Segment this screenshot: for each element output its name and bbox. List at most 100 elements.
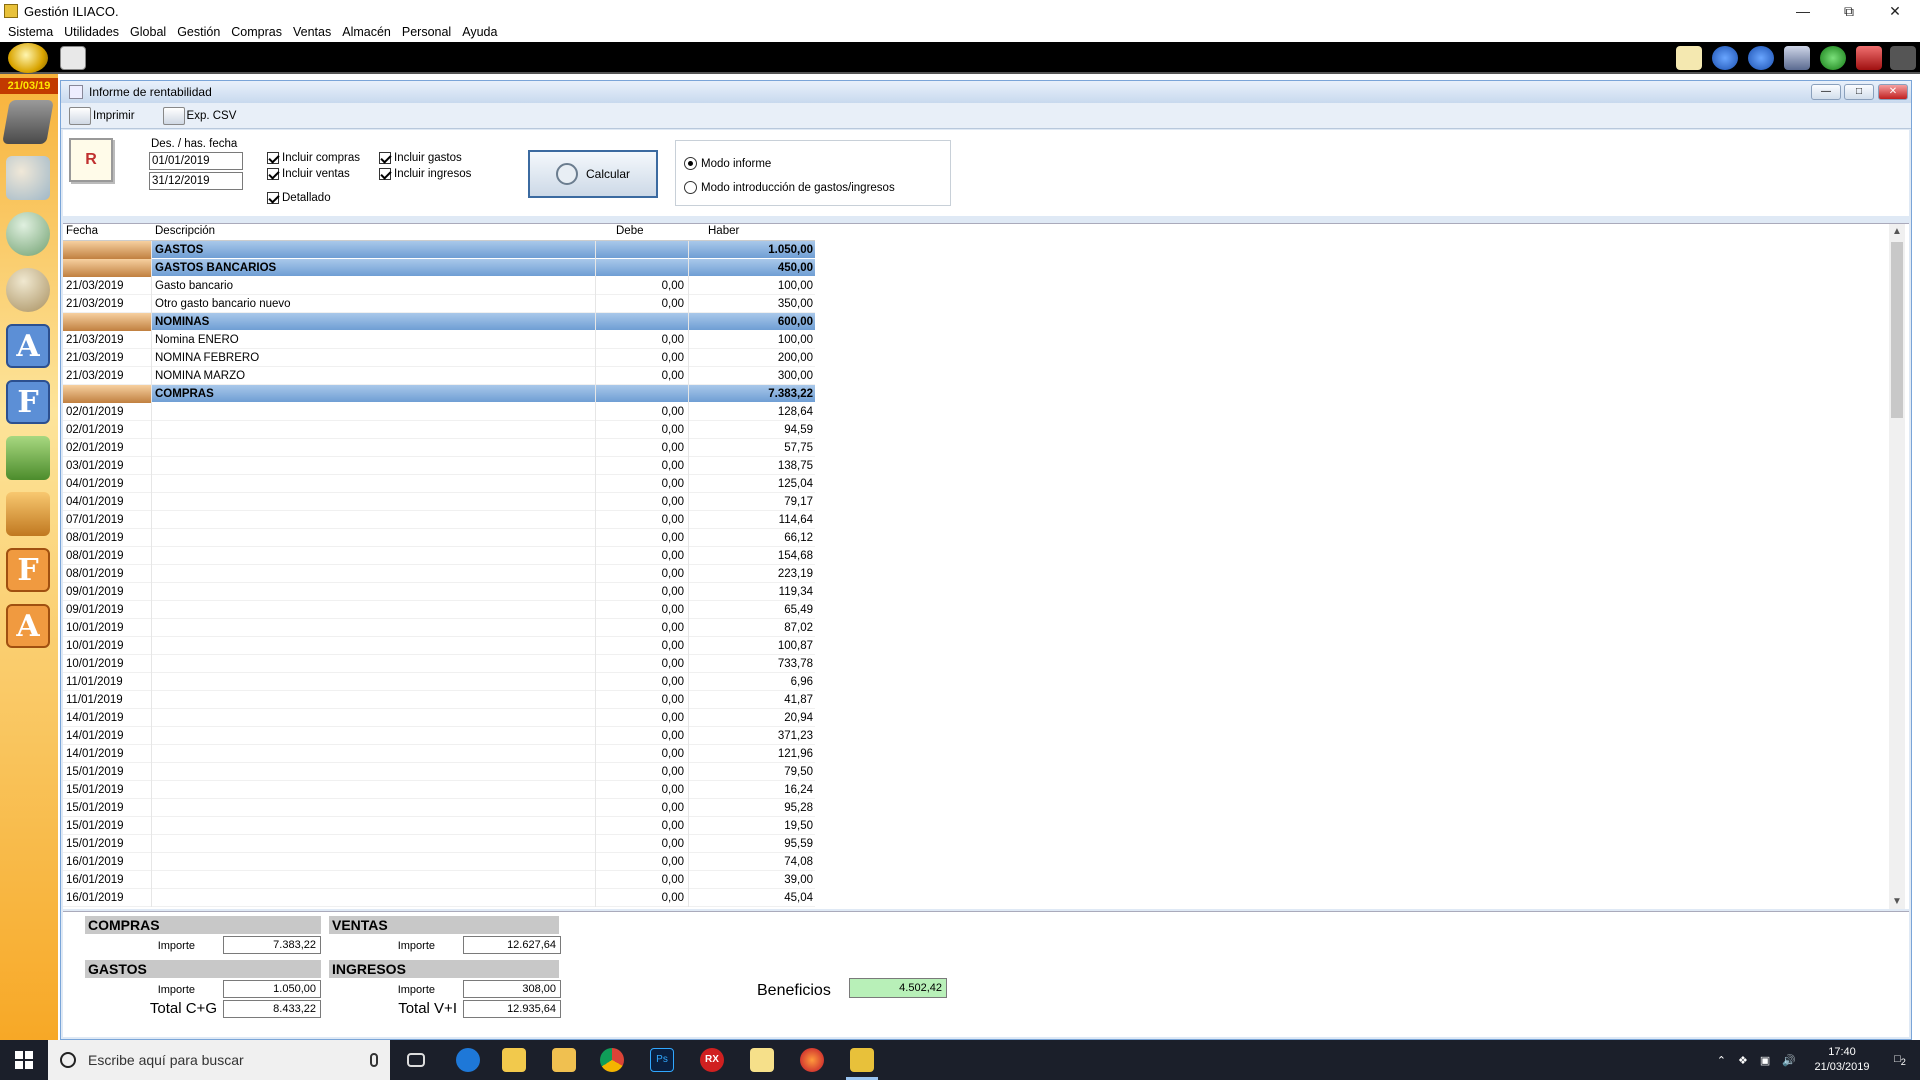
- date-to-input[interactable]: 31/12/2019: [149, 172, 243, 190]
- close-button[interactable]: ✕: [1872, 0, 1918, 22]
- restore-button[interactable]: ⧉: [1826, 0, 1872, 22]
- table-row[interactable]: 14/01/2019 0,00 20,94: [63, 709, 815, 727]
- mode-report-radio[interactable]: Modo informe: [684, 157, 771, 170]
- report-maximize-button[interactable]: □: [1844, 84, 1874, 100]
- menu-ventas[interactable]: Ventas: [293, 25, 331, 39]
- table-row[interactable]: 02/01/2019 0,00 57,75: [63, 439, 815, 457]
- close-window-icon[interactable]: [1856, 46, 1882, 70]
- menu-utilidades[interactable]: Utilidades: [64, 25, 119, 39]
- shopping-bag-green-icon[interactable]: [6, 436, 50, 480]
- include-sales-checkbox[interactable]: Incluir ventas: [267, 168, 350, 180]
- report-close-button[interactable]: ✕: [1878, 84, 1908, 100]
- edge-browser-icon[interactable]: [448, 1044, 488, 1076]
- menu-compras[interactable]: Compras: [231, 25, 282, 39]
- start-button[interactable]: [0, 1040, 48, 1080]
- col-haber-header[interactable]: Haber: [708, 225, 739, 237]
- mode-input-radio[interactable]: Modo introducción de gastos/ingresos: [684, 181, 895, 194]
- table-row[interactable]: 21/03/2019 Otro gasto bancario nuevo 0,00 3…: [63, 295, 815, 313]
- menu-sistema[interactable]: Sistema: [8, 25, 53, 39]
- table-row[interactable]: 08/01/2019 0,00 66,12: [63, 529, 815, 547]
- table-row[interactable]: 16/01/2019 0,00 39,00: [63, 871, 815, 889]
- table-row[interactable]: 15/01/2019 0,00 95,28: [63, 799, 815, 817]
- factura-compra-f-icon[interactable]: F: [6, 548, 50, 592]
- notepad-app-icon[interactable]: [742, 1044, 782, 1076]
- taskbar-search-box[interactable]: Escribe aquí para buscar: [48, 1040, 390, 1080]
- table-row[interactable]: 09/01/2019 0,00 65,49: [63, 601, 815, 619]
- minimize-button[interactable]: —: [1780, 0, 1826, 22]
- table-row[interactable]: 21/03/2019 Nomina ENERO 0,00 100,00: [63, 331, 815, 349]
- table-row[interactable]: 21/03/2019 NOMINA FEBRERO 0,00 200,00: [63, 349, 815, 367]
- factura-f-icon[interactable]: F: [6, 380, 50, 424]
- col-fecha-header[interactable]: Fecha: [66, 225, 98, 237]
- date-from-input[interactable]: 01/01/2019: [149, 152, 243, 170]
- table-row[interactable]: 07/01/2019 0,00 114,64: [63, 511, 815, 529]
- report-window-icon[interactable]: [60, 46, 86, 70]
- contact-icon[interactable]: [6, 212, 50, 256]
- notifications-icon[interactable]: □2: [1880, 1053, 1920, 1067]
- windows-list-icon[interactable]: [1784, 46, 1810, 70]
- report-grid[interactable]: Fecha Descripción Debe Haber GASTOS 1.050…: [63, 223, 1909, 909]
- table-row[interactable]: 04/01/2019 0,00 79,17: [63, 493, 815, 511]
- help-icon[interactable]: [1820, 46, 1846, 70]
- table-row[interactable]: 02/01/2019 0,00 128,64: [63, 403, 815, 421]
- tray-chevron-icon[interactable]: ⌃: [1717, 1054, 1726, 1067]
- rx-app-icon[interactable]: RX: [692, 1044, 732, 1076]
- calculate-button[interactable]: Calcular: [528, 150, 658, 198]
- group-row[interactable]: NOMINAS 600,00: [63, 313, 815, 331]
- table-row[interactable]: 14/01/2019 0,00 121,96: [63, 745, 815, 763]
- col-debe-header[interactable]: Debe: [616, 225, 644, 237]
- agenda-book-icon[interactable]: [2, 100, 54, 144]
- file-explorer-icon[interactable]: [544, 1044, 584, 1076]
- table-row[interactable]: 02/01/2019 0,00 94,59: [63, 421, 815, 439]
- scroll-down-icon[interactable]: ▼: [1889, 894, 1905, 909]
- photoshop-icon[interactable]: Ps: [642, 1044, 682, 1076]
- forward-arrow-icon[interactable]: [1748, 46, 1774, 70]
- detailed-checkbox[interactable]: Detallado: [267, 192, 331, 204]
- mail-app-icon[interactable]: [494, 1044, 534, 1076]
- supplier-icon[interactable]: [6, 268, 50, 312]
- albaran-compra-a-icon[interactable]: A: [6, 604, 50, 648]
- table-row[interactable]: 15/01/2019 0,00 95,59: [63, 835, 815, 853]
- group-row[interactable]: COMPRAS 7.383,22: [63, 385, 815, 403]
- table-row[interactable]: 10/01/2019 0,00 100,87: [63, 637, 815, 655]
- task-view-icon[interactable]: [396, 1044, 436, 1076]
- table-row[interactable]: 15/01/2019 0,00 79,50: [63, 763, 815, 781]
- table-row[interactable]: 11/01/2019 0,00 6,96: [63, 673, 815, 691]
- mail-icon[interactable]: [1676, 46, 1702, 70]
- menu-global[interactable]: Global: [130, 25, 166, 39]
- col-descripcion-header[interactable]: Descripción: [155, 225, 215, 237]
- table-row[interactable]: 11/01/2019 0,00 41,87: [63, 691, 815, 709]
- table-row[interactable]: 08/01/2019 0,00 223,19: [63, 565, 815, 583]
- table-row[interactable]: 15/01/2019 0,00 16,24: [63, 781, 815, 799]
- table-row[interactable]: 16/01/2019 0,00 74,08: [63, 853, 815, 871]
- scroll-thumb[interactable]: [1891, 242, 1903, 418]
- table-row[interactable]: 03/01/2019 0,00 138,75: [63, 457, 815, 475]
- table-row[interactable]: 15/01/2019 0,00 19,50: [63, 817, 815, 835]
- table-row[interactable]: 10/01/2019 0,00 733,78: [63, 655, 815, 673]
- table-row[interactable]: 16/01/2019 0,00 45,04: [63, 889, 815, 907]
- exit-icon[interactable]: [1890, 46, 1916, 70]
- microphone-icon[interactable]: [370, 1053, 378, 1067]
- menu-ayuda[interactable]: Ayuda: [462, 25, 497, 39]
- menu-almacen[interactable]: Almacén: [342, 25, 391, 39]
- firefox-icon[interactable]: [792, 1044, 832, 1076]
- group-row[interactable]: GASTOS 1.050,00: [63, 241, 815, 259]
- customers-icon[interactable]: [6, 156, 50, 200]
- scroll-up-icon[interactable]: ▲: [1889, 224, 1905, 240]
- report-minimize-button[interactable]: —: [1811, 84, 1841, 100]
- menu-personal[interactable]: Personal: [402, 25, 451, 39]
- print-button[interactable]: Imprimir: [69, 106, 135, 125]
- table-row[interactable]: 21/03/2019 NOMINA MARZO 0,00 300,00: [63, 367, 815, 385]
- grid-scrollbar[interactable]: ▲ ▼: [1889, 224, 1905, 909]
- table-row[interactable]: 21/03/2019 Gasto bancario 0,00 100,00: [63, 277, 815, 295]
- table-row[interactable]: 10/01/2019 0,00 87,02: [63, 619, 815, 637]
- taskbar-clock[interactable]: 17:40 21/03/2019: [1804, 1045, 1880, 1075]
- shopping-bag-orange-icon[interactable]: [6, 492, 50, 536]
- gestion-iliaco-taskbar-icon[interactable]: [842, 1044, 882, 1080]
- chrome-icon[interactable]: [592, 1044, 632, 1076]
- menu-gestion[interactable]: Gestión: [177, 25, 220, 39]
- network-icon[interactable]: ▣: [1760, 1054, 1770, 1067]
- home-orb-icon[interactable]: [8, 43, 48, 73]
- group-row[interactable]: GASTOS BANCARIOS 450,00: [63, 259, 815, 277]
- volume-icon[interactable]: 🔊: [1782, 1054, 1796, 1067]
